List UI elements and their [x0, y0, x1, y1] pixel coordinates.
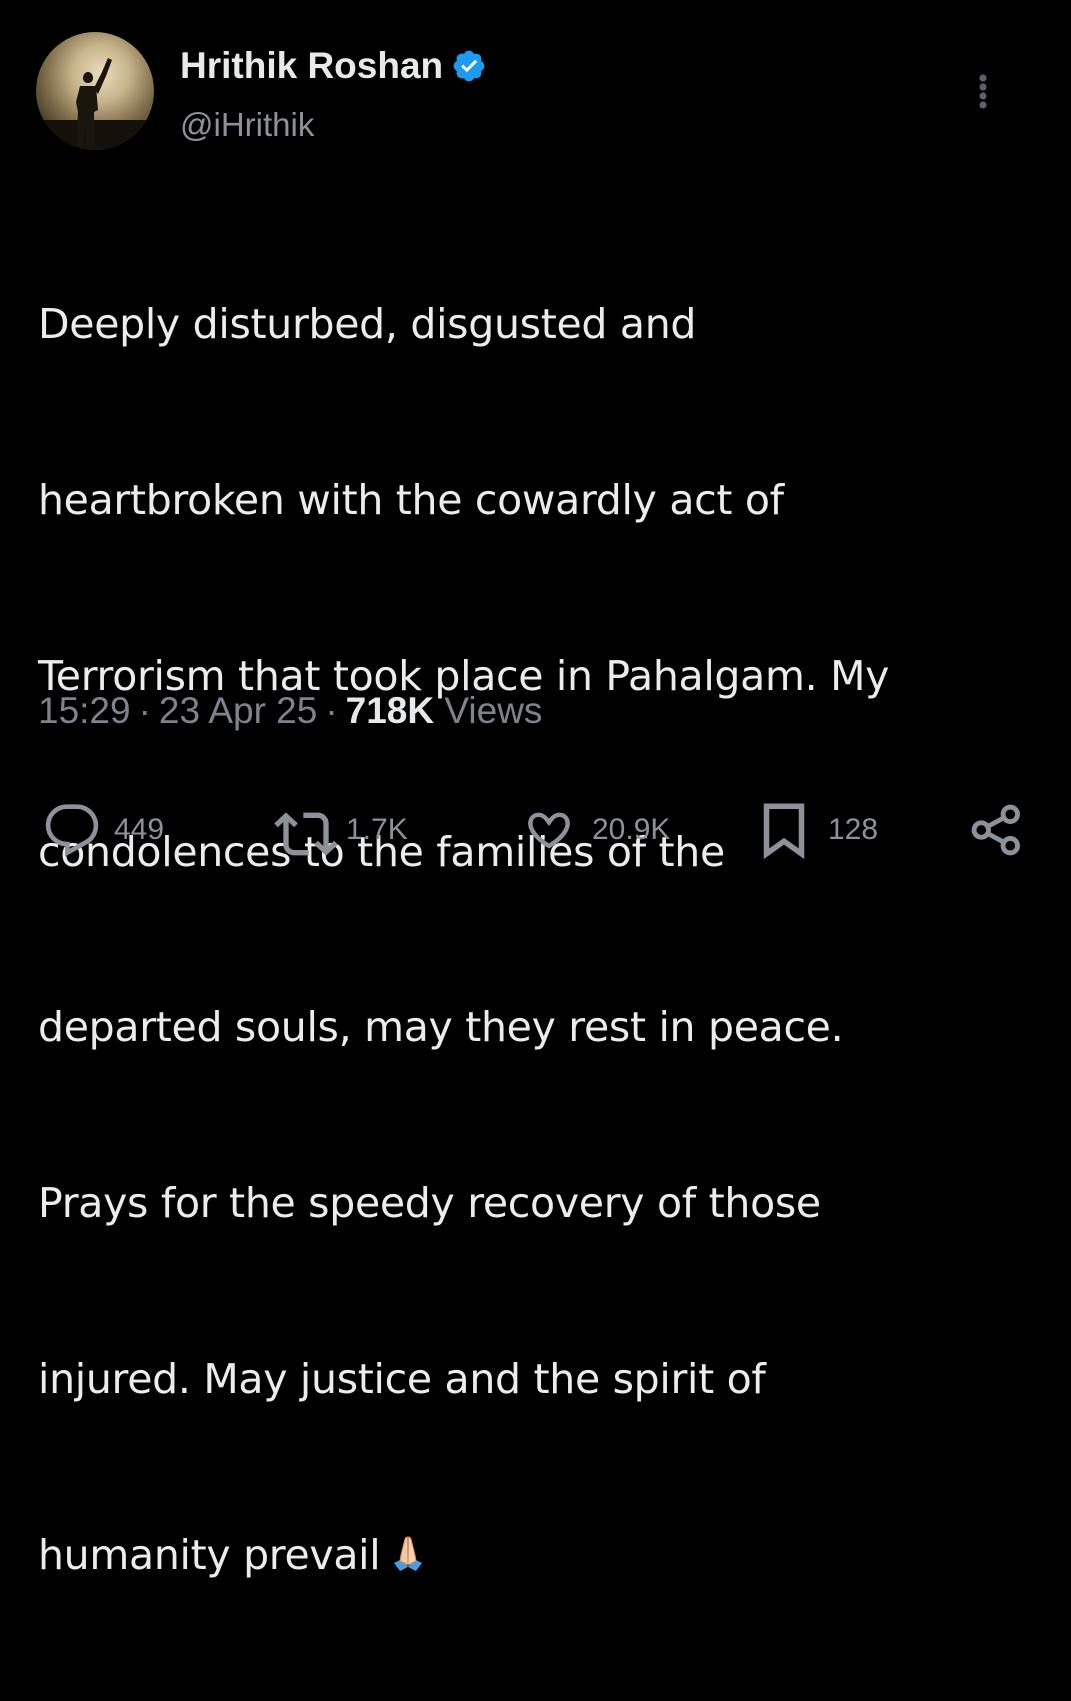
bookmark-count: 128 — [828, 813, 879, 846]
share-icon — [968, 801, 1026, 859]
tweet-date[interactable]: 23 Apr 25 — [159, 690, 317, 731]
bookmark-button[interactable]: 128 — [758, 800, 878, 860]
action-bar: 449 1.7K 20.9K 128 — [0, 800, 1071, 860]
reply-icon — [44, 802, 100, 858]
tweet-text-line: departed souls, may they rest in peace. — [38, 1003, 844, 1052]
repost-icon — [274, 802, 338, 858]
tweet-text-line: heartbroken with the cowardly act of — [38, 475, 784, 524]
share-button[interactable] — [968, 800, 1026, 860]
tweet-time[interactable]: 15:29 — [38, 690, 131, 731]
meta-separator: · — [138, 690, 151, 731]
reply-count: 449 — [114, 813, 165, 846]
views-count[interactable]: 718K — [346, 690, 434, 731]
author-display-name[interactable]: Hrithik Roshan — [180, 45, 443, 87]
views-label[interactable]: Views — [444, 690, 542, 731]
repost-count: 1.7K — [346, 813, 408, 846]
like-button[interactable]: 20.9K — [520, 800, 670, 860]
avatar[interactable] — [36, 32, 154, 150]
more-vertical-icon[interactable] — [968, 72, 998, 112]
author-handle[interactable]: @iHrithik — [180, 106, 314, 144]
tweet-text-line: injured. May justice and the spirit of — [38, 1354, 766, 1403]
reply-button[interactable]: 449 — [44, 800, 164, 860]
tweet-text-line: Deeply disturbed, disgusted and — [38, 300, 697, 349]
folded-hands-emoji-icon — [388, 1530, 428, 1571]
tweet-text: Deeply disturbed, disgusted and heartbro… — [38, 178, 1028, 1701]
author-name-row[interactable]: Hrithik Roshan — [180, 44, 487, 88]
tweet-text-line: Prays for the speedy recovery of those — [38, 1179, 821, 1228]
repost-button[interactable]: 1.7K — [274, 800, 408, 860]
meta-separator: · — [325, 690, 338, 731]
verified-badge-icon — [451, 48, 487, 84]
bookmark-icon — [758, 800, 810, 860]
like-count: 20.9K — [592, 813, 671, 846]
tweet-meta: 15:29 · 23 Apr 25 · 718K Views — [38, 690, 542, 732]
tweet-text-line: humanity prevail — [38, 1530, 381, 1579]
heart-icon — [520, 802, 578, 858]
tweet-text-last-line: humanity prevail — [38, 1526, 1028, 1585]
tweet-card: Hrithik Roshan @iHrithik Deeply disturbe… — [0, 0, 1071, 1579]
